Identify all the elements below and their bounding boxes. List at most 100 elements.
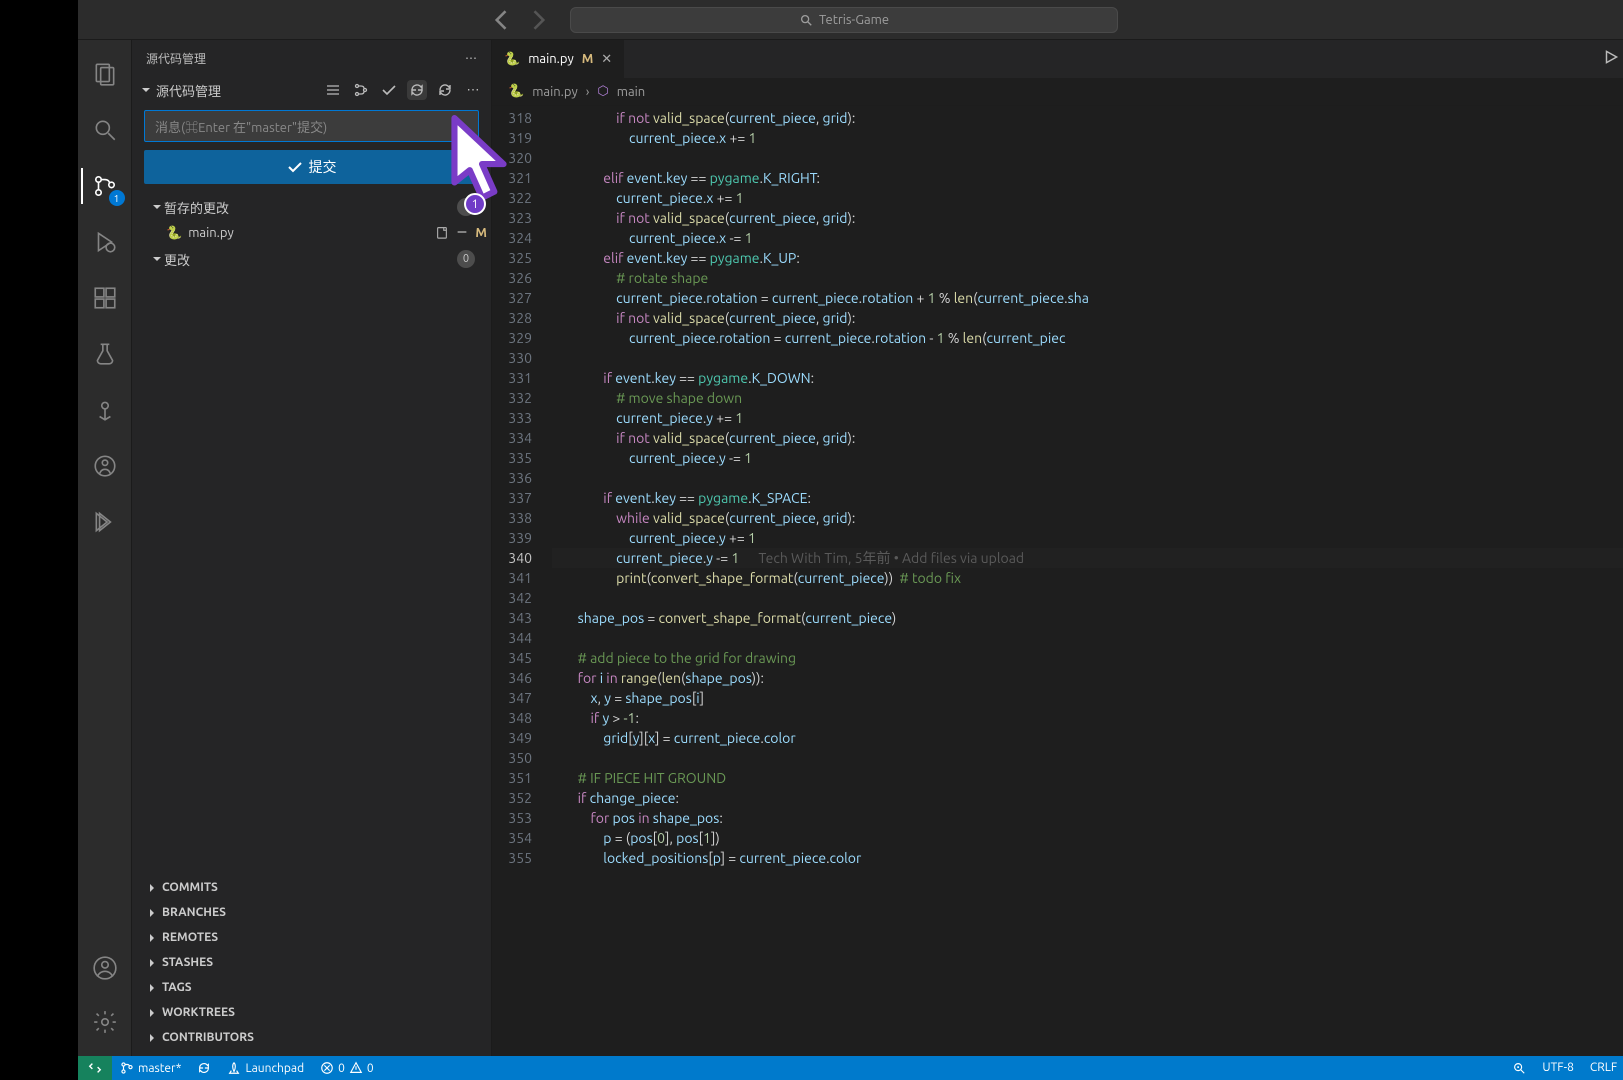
code-line[interactable] — [552, 348, 1623, 368]
scm-more-button[interactable]: ⋯ — [463, 80, 483, 100]
code-line[interactable]: shape_pos = convert_shape_format(current… — [552, 608, 1623, 628]
staged-file-row[interactable]: 🐍 main.py M — [136, 220, 487, 246]
changes-header[interactable]: 更改 0 — [136, 246, 487, 272]
sidebar-group-tags[interactable]: TAGS — [132, 975, 491, 1000]
code-line[interactable]: # move shape down — [552, 388, 1623, 408]
code-line[interactable]: x, y = shape_pos[i] — [552, 688, 1623, 708]
code-line[interactable]: if event.key == pygame.K_SPACE: — [552, 488, 1623, 508]
scm-sync-button[interactable] — [407, 80, 427, 100]
code-line[interactable]: current_piece.x += 1 — [552, 128, 1623, 148]
breadcrumb[interactable]: 🐍 main.py › ⬡ main — [492, 78, 1623, 106]
encoding-button[interactable]: UTF-8 — [1534, 1061, 1581, 1074]
commit-placeholder: 消息(⌘Enter 在"master"提交) — [155, 117, 327, 136]
chevron-down-icon — [150, 201, 164, 213]
code-line[interactable]: grid[y][x] = current_piece.color — [552, 728, 1623, 748]
staged-changes-header[interactable]: 暂存的更改 1 — [136, 194, 487, 220]
sidebar-group-commits[interactable]: COMMITS — [132, 875, 491, 900]
activity-settings[interactable] — [81, 998, 129, 1046]
activity-gitlens-3[interactable] — [81, 498, 129, 546]
sidebar-group-contributors[interactable]: CONTRIBUTORS — [132, 1025, 491, 1050]
command-center-search[interactable]: Tetris-Game — [570, 7, 1118, 33]
code-line[interactable]: p = (pos[0], pos[1]) — [552, 828, 1623, 848]
code-line[interactable]: current_piece.x -= 1 — [552, 228, 1623, 248]
feedback-button[interactable] — [1504, 1061, 1534, 1075]
sidebar-group-branches[interactable]: BRANCHES — [132, 900, 491, 925]
code-line[interactable]: print(convert_shape_format(current_piece… — [552, 568, 1623, 588]
sidebar-group-remotes[interactable]: REMOTES — [132, 925, 491, 950]
code-editor[interactable]: 3183193203213223233243253263273283293303… — [492, 106, 1623, 1056]
activity-extensions[interactable] — [81, 274, 129, 322]
activity-gitlens-2[interactable] — [81, 442, 129, 490]
problems-button[interactable]: 0 0 — [312, 1056, 382, 1080]
sidebar-more-button[interactable]: ⋯ — [465, 51, 477, 65]
python-file-icon: 🐍 — [508, 84, 524, 99]
code-line[interactable]: current_piece.y += 1 — [552, 528, 1623, 548]
code-line[interactable]: current_piece.rotation = current_piece.r… — [552, 288, 1623, 308]
scm-view-list-button[interactable] — [323, 80, 343, 100]
editor-tab[interactable]: 🐍 main.py M ✕ — [492, 40, 625, 78]
code-line[interactable]: locked_positions[p] = current_piece.colo… — [552, 848, 1623, 868]
nav-forward-button[interactable] — [524, 6, 552, 34]
code-line[interactable]: # IF PIECE HIT GROUND — [552, 768, 1623, 788]
nav-back-button[interactable] — [488, 6, 516, 34]
activity-source-control[interactable]: 1 — [81, 162, 129, 210]
code-line[interactable]: for pos in shape_pos: — [552, 808, 1623, 828]
code-line[interactable]: while valid_space(current_piece, grid): — [552, 508, 1623, 528]
sidebar-group-worktrees[interactable]: WORKTREES — [132, 1000, 491, 1025]
code-line[interactable] — [552, 148, 1623, 168]
code-line[interactable]: current_piece.x += 1 — [552, 188, 1623, 208]
scm-section-label: 源代码管理 — [156, 81, 221, 100]
code-line[interactable] — [552, 588, 1623, 608]
launchpad-button[interactable]: Launchpad — [219, 1056, 312, 1080]
error-count: 0 — [338, 1062, 345, 1075]
code-line[interactable]: current_piece.y -= 1 Tech With Tim, 5年前 … — [552, 548, 1623, 568]
code-line[interactable] — [552, 468, 1623, 488]
code-line[interactable]: if change_piece: — [552, 788, 1623, 808]
code-line[interactable]: # rotate shape — [552, 268, 1623, 288]
staged-file-name: main.py — [188, 226, 429, 240]
scm-commit-check-button[interactable] — [379, 80, 399, 100]
activity-accounts[interactable] — [81, 944, 129, 992]
activity-explorer[interactable] — [81, 50, 129, 98]
code-line[interactable] — [552, 748, 1623, 768]
activity-testing[interactable] — [81, 330, 129, 378]
code-line[interactable] — [552, 628, 1623, 648]
activity-search[interactable] — [81, 106, 129, 154]
activity-run-debug[interactable] — [81, 218, 129, 266]
code-line[interactable]: elif event.key == pygame.K_UP: — [552, 248, 1623, 268]
branch-button[interactable]: master* — [112, 1056, 189, 1080]
code-line[interactable]: for i in range(len(shape_pos)): — [552, 668, 1623, 688]
activity-gitlens-1[interactable] — [81, 386, 129, 434]
code-line[interactable]: current_piece.y += 1 — [552, 408, 1623, 428]
code-line[interactable]: if not valid_space(current_piece, grid): — [552, 208, 1623, 228]
sidebar-group-stashes[interactable]: STASHES — [132, 950, 491, 975]
title-bar: Tetris-Game — [78, 0, 1623, 40]
branch-name: master* — [138, 1062, 181, 1075]
code-line[interactable]: current_piece.y -= 1 — [552, 448, 1623, 468]
commit-button[interactable]: 提交 — [144, 150, 479, 184]
changes-count-badge: 0 — [457, 250, 475, 268]
chevron-down-icon — [140, 84, 152, 96]
code-line[interactable]: if not valid_space(current_piece, grid): — [552, 428, 1623, 448]
remote-button[interactable] — [78, 1056, 112, 1080]
code-line[interactable]: if not valid_space(current_piece, grid): — [552, 108, 1623, 128]
unstage-button[interactable] — [455, 225, 469, 242]
symbol-icon: ⬡ — [597, 84, 608, 99]
code-line[interactable]: if event.key == pygame.K_DOWN: — [552, 368, 1623, 388]
code-line[interactable]: # add piece to the grid for drawing — [552, 648, 1623, 668]
tab-close-button[interactable]: ✕ — [601, 52, 612, 67]
scm-refresh-button[interactable] — [435, 80, 455, 100]
code-line[interactable]: elif event.key == pygame.K_RIGHT: — [552, 168, 1623, 188]
sync-button[interactable] — [189, 1056, 219, 1080]
code-line[interactable]: current_piece.rotation = current_piece.r… — [552, 328, 1623, 348]
commit-message-input[interactable]: 消息(⌘Enter 在"master"提交) — [144, 110, 479, 142]
eol-button[interactable]: CRLF — [1582, 1061, 1623, 1074]
code-line[interactable]: if not valid_space(current_piece, grid): — [552, 308, 1623, 328]
run-button[interactable] — [1602, 48, 1620, 70]
code-line[interactable]: if y > -1: — [552, 708, 1623, 728]
launchpad-label: Launchpad — [245, 1062, 304, 1075]
scm-badge: 1 — [109, 190, 125, 206]
changes-label: 更改 — [164, 250, 457, 269]
scm-view-tree-button[interactable] — [351, 80, 371, 100]
open-file-button[interactable] — [435, 225, 449, 242]
